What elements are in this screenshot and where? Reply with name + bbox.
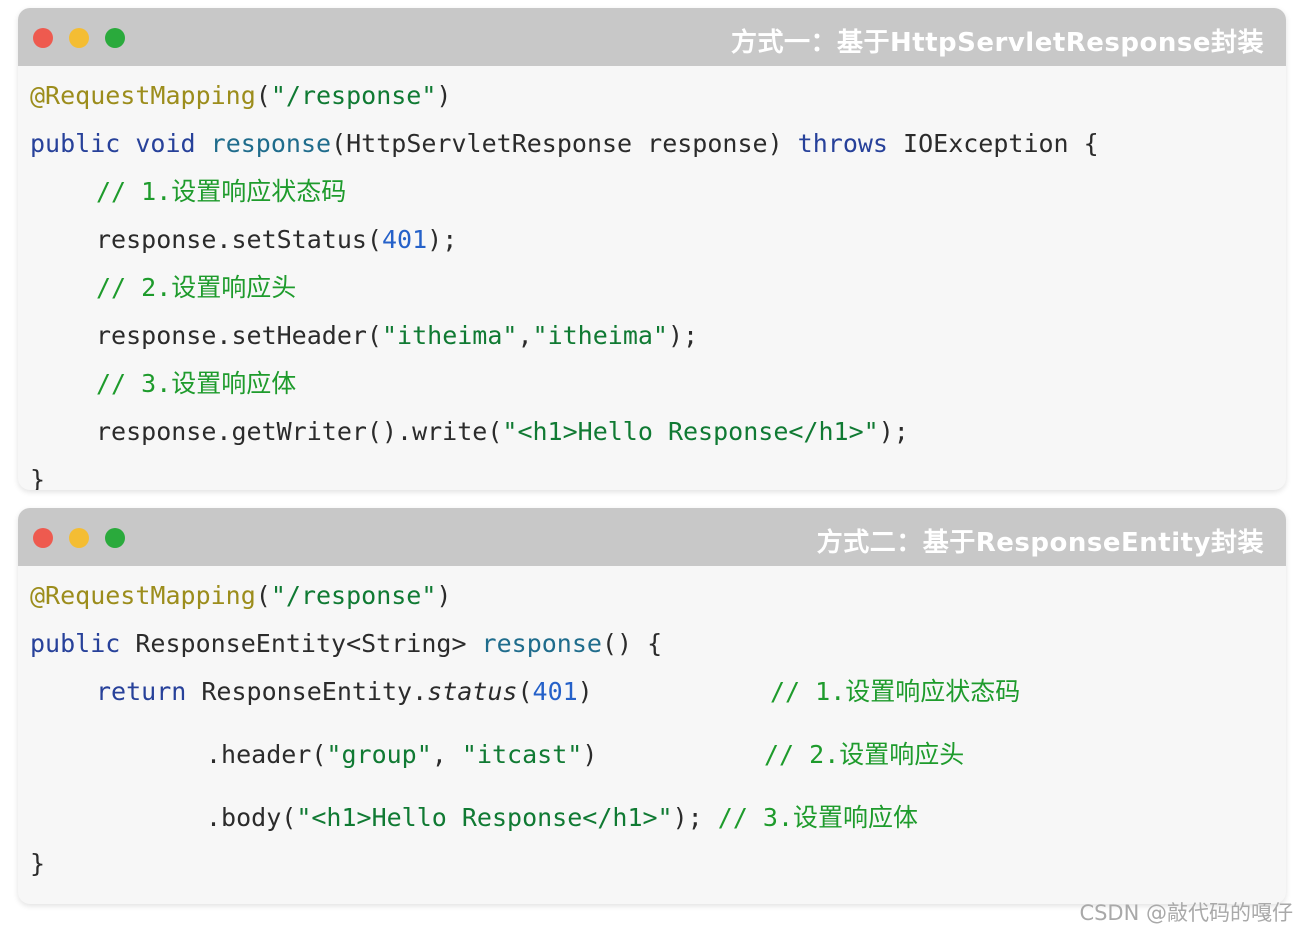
code-line-2: public void response(HttpServletResponse… <box>30 128 1099 160</box>
window-title: 方式二：基于ResponseEntity封装 <box>816 528 1264 558</box>
code-text: ); <box>427 225 458 254</box>
string-literal: "<h1>Hello Response</h1>" <box>502 417 879 446</box>
window-title: 方式一：基于HttpServletResponse封装 <box>730 28 1264 58</box>
paren: ) <box>436 581 452 610</box>
window-titlebar: 方式二：基于ResponseEntity封装 <box>18 508 1286 566</box>
static-method: status <box>427 677 518 706</box>
code-line-4: .header("group", "itcast") <box>206 739 597 771</box>
code-text: ) <box>582 740 598 769</box>
paren: ( <box>255 581 271 610</box>
watermark: CSDN @敲代码的嘎仔 <box>1079 901 1293 925</box>
paren: ) <box>577 677 593 706</box>
keyword: return <box>96 677 187 706</box>
code-line-4: response.setStatus(401); <box>96 224 457 256</box>
code-text: ); <box>667 321 699 350</box>
close-dot-icon[interactable] <box>33 28 53 48</box>
code-text: response.setStatus( <box>96 225 382 254</box>
code-line-1: @RequestMapping("/response") <box>30 580 451 612</box>
closing-brace: } <box>30 465 46 490</box>
keyword: public <box>30 629 121 658</box>
code-window-httpservletresponse: 方式一：基于HttpServletResponse封装 @RequestMapp… <box>18 8 1286 490</box>
number-literal: 401 <box>532 677 578 706</box>
string-literal: "itcast" <box>461 740 583 769</box>
string-literal: "itheima" <box>381 321 518 350</box>
comment: // 2.设置响应头 <box>764 740 965 769</box>
string-literal: "group" <box>326 740 432 769</box>
code-line-1: @RequestMapping("/response") <box>30 80 451 112</box>
code-line-3: // 1.设置响应状态码 <box>96 176 346 208</box>
annotation: @RequestMapping <box>30 581 256 610</box>
code-text: .body( <box>206 803 297 832</box>
code-comment-1: // 1.设置响应状态码 <box>770 676 1020 708</box>
comment: // 3.设置响应体 <box>717 803 919 832</box>
keyword: throws <box>797 129 888 158</box>
code-text: ResponseEntity. <box>186 677 428 706</box>
paren: ( <box>517 677 533 706</box>
paren: ( <box>255 81 271 110</box>
code-line-9: } <box>30 464 45 490</box>
window-titlebar: 方式一：基于HttpServletResponse封装 <box>18 8 1286 66</box>
string-literal: "<h1>Hello Response</h1>" <box>296 803 673 832</box>
code-line-7: // 3.设置响应体 <box>96 368 296 400</box>
maximize-dot-icon[interactable] <box>105 528 125 548</box>
code-text: , <box>431 740 462 769</box>
code-text: response.setHeader( <box>96 321 382 350</box>
code-line-5: .body("<h1>Hello Response</h1>"); // 3.设… <box>206 802 918 834</box>
comment: // 3.设置响应体 <box>96 369 297 398</box>
close-dot-icon[interactable] <box>33 528 53 548</box>
comment: // 1.设置响应状态码 <box>770 677 1021 706</box>
comment: // 1.设置响应状态码 <box>96 177 347 206</box>
maximize-dot-icon[interactable] <box>105 28 125 48</box>
code-text: , <box>517 321 533 350</box>
string-literal: "/response" <box>270 581 437 610</box>
comment: // 2.设置响应头 <box>96 273 297 302</box>
code-text: ); <box>672 803 718 832</box>
string-literal: "/response" <box>270 81 437 110</box>
return-type: ResponseEntity<String> <box>120 629 482 658</box>
method-params: (HttpServletResponse response) <box>331 129 798 158</box>
code-line-8: response.getWriter().write("<h1>Hello Re… <box>96 416 909 448</box>
code-text: .header( <box>206 740 327 769</box>
code-line-6: } <box>30 848 45 880</box>
method-name: response <box>210 129 332 158</box>
keyword: void <box>135 129 196 158</box>
code-text: ); <box>878 417 909 446</box>
code-text: response.getWriter().write( <box>96 417 503 446</box>
code-line-5: // 2.设置响应头 <box>96 272 296 304</box>
keyword: public <box>30 129 121 158</box>
code-comment-2: // 2.设置响应头 <box>764 739 964 771</box>
closing-brace: } <box>30 849 46 878</box>
string-literal: "itheima" <box>532 321 668 350</box>
code-text: IOException { <box>887 129 1099 158</box>
code-window-responseentity: 方式二：基于ResponseEntity封装 @RequestMapping("… <box>18 508 1286 904</box>
method-name: response <box>481 629 602 658</box>
paren: ) <box>436 81 452 110</box>
code-text: () { <box>601 629 663 658</box>
annotation: @RequestMapping <box>30 81 256 110</box>
minimize-dot-icon[interactable] <box>69 28 89 48</box>
code-line-2: public ResponseEntity<String> response()… <box>30 628 662 660</box>
code-line-3: return ResponseEntity.status(401) <box>96 676 593 708</box>
minimize-dot-icon[interactable] <box>69 528 89 548</box>
number-literal: 401 <box>381 225 428 254</box>
code-line-6: response.setHeader("itheima","itheima"); <box>96 320 698 352</box>
